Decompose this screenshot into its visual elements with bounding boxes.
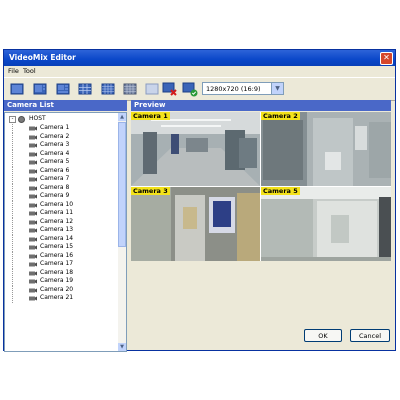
ok-button[interactable]: OK	[304, 329, 342, 342]
layout-2x2-icon[interactable]	[32, 81, 48, 97]
resolution-value: 1280x720 (16:9)	[206, 85, 261, 93]
tree-host[interactable]: - HOST	[5, 115, 119, 124]
camera-icon	[29, 126, 37, 131]
camera-icon	[29, 279, 37, 284]
camera-icon	[29, 237, 37, 241]
camera-icon	[29, 245, 37, 250]
camera-list-item-label: Camera 5	[40, 158, 70, 165]
host-label: HOST	[29, 115, 46, 122]
camera-icon	[29, 160, 37, 165]
camera-2-feed-image	[261, 112, 391, 186]
preview-header: Preview	[131, 100, 391, 111]
tree-connector	[12, 294, 29, 303]
camera-icon	[29, 262, 37, 267]
window-title: VideoMix Editor	[9, 53, 76, 62]
scroll-thumb[interactable]	[118, 122, 126, 247]
camera-tile-1[interactable]: Camera 1	[131, 112, 260, 186]
camera-icon	[29, 254, 37, 258]
camera-list-item[interactable]: Camera 21	[5, 294, 119, 303]
camera-icon	[29, 177, 37, 182]
camera-list-scrollbar[interactable]: ▲ ▼	[118, 113, 126, 351]
camera-icon	[29, 135, 37, 139]
camera-tile-label: Camera 2	[261, 112, 300, 120]
layout-delete-icon[interactable]	[162, 81, 178, 97]
camera-list-item-label: Camera 19	[40, 277, 74, 284]
preview-area: Camera 1 Camera 2 Camera 3 Camera 5	[131, 112, 391, 261]
camera-list[interactable]: - HOST Camera 1 Camera 2 Camera 3 Camera 4C…	[4, 112, 127, 352]
camera-tile-label: Camera 3	[131, 187, 170, 195]
camera-list-item-label: Camera 9	[40, 192, 70, 199]
camera-icon	[29, 211, 37, 216]
camera-tile-label: Camera 1	[131, 112, 170, 120]
camera-list-item-label: Camera 11	[40, 209, 74, 216]
camera-list-item-label: Camera 10	[40, 200, 74, 208]
camera-icon	[29, 220, 37, 224]
camera-list-item-label: Camera 17	[40, 260, 74, 267]
camera-tile-2[interactable]: Camera 2	[261, 112, 391, 186]
layout-blank-icon[interactable]	[144, 81, 160, 97]
camera-5-feed-image	[261, 187, 391, 261]
camera-list-item-label: Camera 21	[40, 294, 74, 301]
camera-icon	[29, 186, 37, 190]
camera-1-feed-image	[131, 112, 260, 186]
camera-tile-3[interactable]: Camera 3	[131, 187, 260, 261]
camera-list-item-label: Camera 7	[40, 175, 70, 182]
scroll-down-icon[interactable]: ▼	[118, 343, 126, 351]
layout-1x1-icon[interactable]	[9, 81, 25, 97]
chevron-down-icon[interactable]: ▼	[271, 83, 283, 94]
camera-icon	[29, 143, 37, 148]
menu-bar: File Tool	[4, 66, 395, 76]
collapse-icon[interactable]: -	[9, 116, 16, 123]
camera-icon	[29, 271, 37, 275]
menu-file[interactable]: File	[8, 67, 19, 75]
close-button[interactable]: ✕	[380, 52, 393, 65]
layout-apply-icon[interactable]	[182, 81, 198, 97]
camera-list-title: Camera List	[7, 101, 54, 109]
camera-list-item-label: Camera 18	[40, 268, 74, 276]
camera-icon	[29, 288, 37, 292]
layout-4x4-alt-icon[interactable]	[122, 81, 138, 97]
camera-tile-5[interactable]: Camera 5	[261, 187, 391, 261]
camera-list-item-label: Camera 3	[40, 141, 70, 148]
camera-icon	[29, 152, 37, 156]
toolbar: 1280x720 (16:9) ▼	[4, 77, 395, 101]
camera-list-header: Camera List	[4, 100, 127, 111]
camera-list-item-label: Camera 15	[40, 243, 74, 250]
camera-list-item-label: Camera 13	[40, 226, 74, 233]
camera-icon	[29, 194, 37, 199]
menu-tool[interactable]: Tool	[23, 67, 36, 75]
camera-list-item-label: Camera 2	[40, 132, 70, 140]
layout-3-icon[interactable]	[55, 81, 71, 97]
camera-list-item-label: Camera 1	[40, 124, 70, 131]
camera-icon	[29, 228, 37, 233]
cancel-button[interactable]: Cancel	[350, 329, 390, 342]
camera-list-item-label: Camera 16	[40, 251, 74, 259]
layout-3x3-icon[interactable]	[77, 81, 93, 97]
title-bar[interactable]: VideoMix Editor ✕	[4, 50, 395, 66]
host-icon	[18, 116, 25, 123]
camera-list-item-label: Camera 8	[40, 183, 70, 191]
camera-list-item-label: Camera 6	[40, 166, 70, 174]
camera-icon	[29, 296, 37, 301]
camera-list-item-label: Camera 20	[40, 285, 74, 293]
camera-3-feed-image	[131, 187, 260, 261]
camera-list-item-label: Camera 14	[40, 234, 74, 242]
resolution-select[interactable]: 1280x720 (16:9) ▼	[202, 82, 284, 95]
camera-icon	[29, 169, 37, 173]
scroll-up-icon[interactable]: ▲	[118, 113, 126, 121]
layout-4x4-icon[interactable]	[100, 81, 116, 97]
camera-tile-label: Camera 5	[261, 187, 300, 195]
camera-list-item-label: Camera 4	[40, 149, 70, 157]
camera-icon	[29, 203, 37, 207]
preview-title: Preview	[134, 101, 166, 109]
camera-list-item-label: Camera 12	[40, 217, 74, 225]
